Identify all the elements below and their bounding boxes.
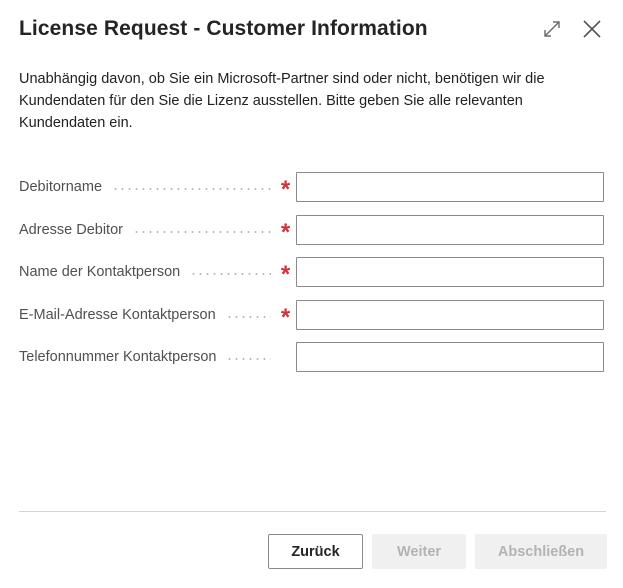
required-marker-icon: * xyxy=(280,218,291,246)
required-marker-icon: * xyxy=(280,176,291,203)
adresse-debitor-input[interactable] xyxy=(296,214,604,245)
form-row-debitorname: Debitorname * xyxy=(19,171,607,203)
leader-dots xyxy=(226,358,271,360)
field-label-container: Telefonnummer Kontaktperson xyxy=(19,349,275,365)
form-row-kontaktperson-email: E-Mail-Adresse Kontaktperson * xyxy=(19,299,607,331)
field-label-kontaktperson-name: Name der Kontaktperson xyxy=(19,264,181,280)
form-row-adresse-debitor: Adresse Debitor * xyxy=(19,214,607,246)
leader-dots xyxy=(190,273,271,275)
close-icon[interactable] xyxy=(579,16,605,42)
form-row-kontaktperson-telefon: Telefonnummer Kontaktperson xyxy=(19,341,607,373)
field-label-debitorname: Debitorname xyxy=(19,179,103,195)
finish-button[interactable]: Abschließen xyxy=(475,534,607,569)
field-label-container: E-Mail-Adresse Kontaktperson xyxy=(19,307,275,323)
dialog-footer: Zurück Weiter Abschließen xyxy=(268,534,607,569)
form-row-kontaktperson-name: Name der Kontaktperson * xyxy=(19,256,607,288)
debitorname-input[interactable] xyxy=(296,172,604,202)
field-label-adresse-debitor: Adresse Debitor xyxy=(19,221,123,238)
field-label-container: Adresse Debitor xyxy=(19,222,275,238)
dialog-description: Unabhängig davon, ob Sie ein Microsoft-P… xyxy=(19,71,545,131)
customer-form: Debitorname * Adresse Debitor * Name der… xyxy=(19,171,607,384)
expand-icon[interactable] xyxy=(539,16,565,42)
back-button[interactable]: Zurück xyxy=(268,534,363,569)
field-label-container: Name der Kontaktperson xyxy=(19,264,275,280)
footer-divider xyxy=(19,511,606,512)
dialog-header: License Request - Customer Information xyxy=(19,14,605,44)
next-button[interactable]: Weiter xyxy=(372,534,466,569)
kontaktperson-name-input[interactable] xyxy=(296,257,604,287)
header-icons xyxy=(539,16,605,42)
field-label-kontaktperson-email: E-Mail-Adresse Kontaktperson xyxy=(19,306,216,323)
kontaktperson-telefon-input[interactable] xyxy=(296,342,604,372)
leader-dots xyxy=(112,188,271,190)
leader-dots xyxy=(225,315,271,318)
required-marker-icon: * xyxy=(280,303,291,331)
field-label-kontaktperson-telefon: Telefonnummer Kontaktperson xyxy=(19,349,217,365)
field-label-container: Debitorname xyxy=(19,179,275,195)
dialog-title: License Request - Customer Information xyxy=(19,17,428,40)
license-request-dialog: License Request - Customer Information U… xyxy=(0,0,623,588)
leader-dots xyxy=(132,230,271,233)
kontaktperson-email-input[interactable] xyxy=(296,299,604,330)
required-marker-icon: * xyxy=(280,261,291,288)
